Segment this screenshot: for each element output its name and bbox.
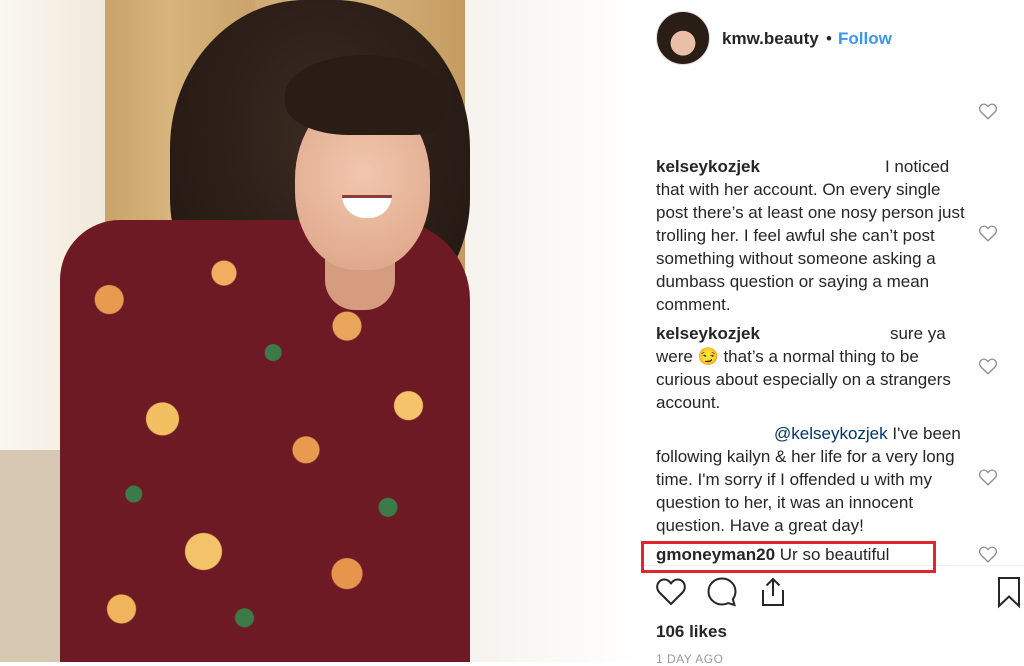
author-username[interactable]: kmw.beauty: [722, 29, 819, 49]
photo-right-wall: [465, 0, 640, 662]
post-photo[interactable]: [0, 0, 640, 662]
likes-count[interactable]: 106 likes: [656, 622, 727, 642]
like-heart-icon[interactable]: [654, 575, 688, 609]
comment-like-heart-icon[interactable]: [978, 102, 998, 120]
comment-item: @kelseykozjek I've been following kailyn…: [656, 422, 971, 537]
comment-like-heart-icon[interactable]: [978, 468, 998, 486]
comment-highlight-box: [641, 541, 936, 573]
comment-like-heart-icon[interactable]: [978, 545, 998, 563]
post-header: kmw.beauty • Follow: [640, 0, 1024, 80]
comment-text: I noticed that with her account. On ever…: [656, 157, 965, 314]
post-actions-bar: [640, 575, 1024, 619]
comment-mention-link[interactable]: @kelseykozjek: [774, 424, 888, 443]
comment-username[interactable]: kelseykozjek: [656, 157, 760, 176]
follow-button[interactable]: Follow: [838, 29, 892, 49]
comment-bubble-icon[interactable]: [705, 575, 739, 609]
post-timestamp[interactable]: 1 DAY AGO: [656, 652, 723, 666]
share-icon[interactable]: [756, 575, 790, 609]
photo-bangs: [285, 55, 445, 135]
comment-like-heart-icon[interactable]: [978, 357, 998, 375]
comment-username[interactable]: kelseykozjek: [656, 324, 760, 343]
comment-like-heart-icon[interactable]: [978, 224, 998, 242]
header-separator: •: [826, 29, 832, 48]
save-bookmark-icon[interactable]: [992, 575, 1024, 609]
author-avatar[interactable]: [656, 11, 710, 65]
comment-item: kelseykozjek I noticed that with her acco…: [656, 155, 971, 316]
photo-floral-dress: [60, 220, 470, 662]
comments-list: kelseykozjek I noticed that with her acco…: [640, 80, 1024, 565]
comment-item: kelseykozjek sure ya were 😏 that’s a norm…: [656, 322, 971, 414]
